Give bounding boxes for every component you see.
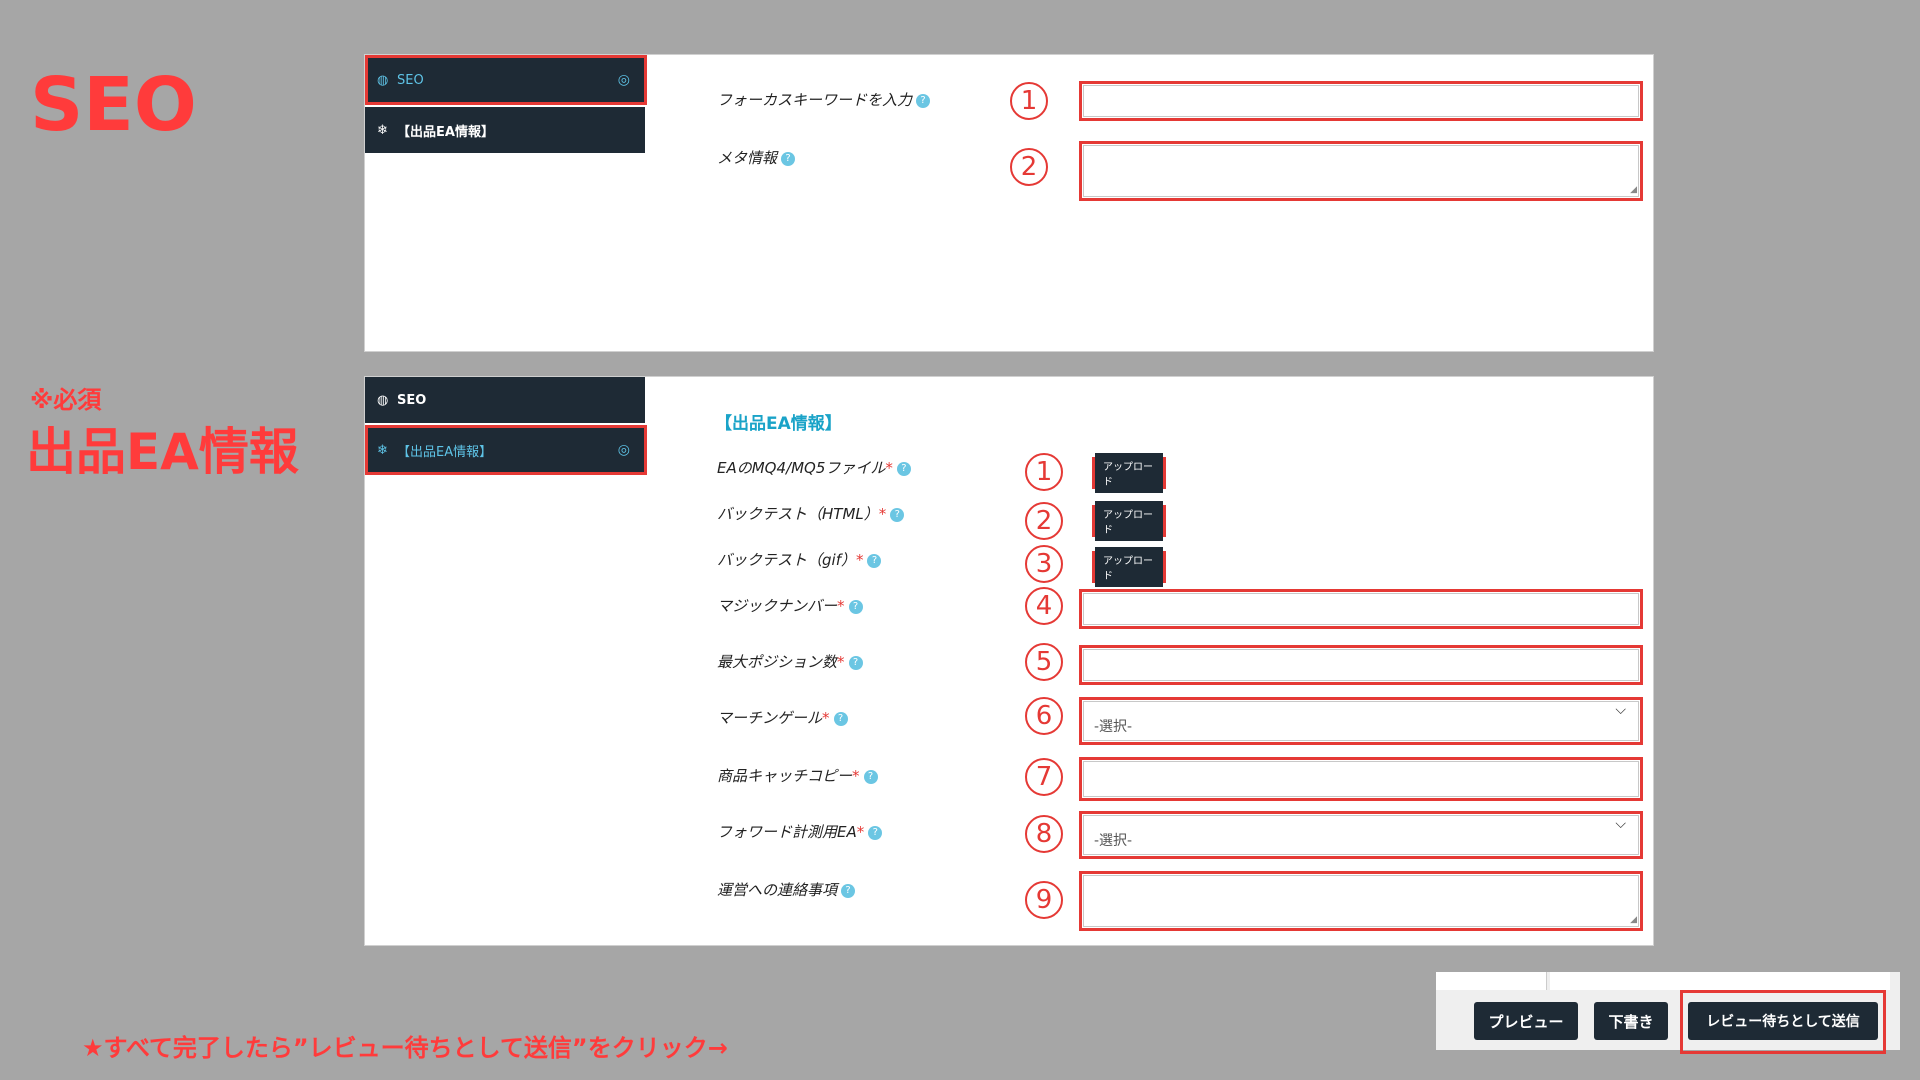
backtest-html-upload-button[interactable]: アップロード: [1092, 501, 1166, 541]
snowflake-icon: ❄: [377, 442, 388, 458]
sidebar-item-label: SEO: [397, 392, 427, 408]
backtest-gif-upload-button[interactable]: アップロード: [1092, 547, 1166, 587]
sidebar-item-label: SEO: [397, 72, 424, 88]
sidebar-item-label: 【出品EA情報】: [397, 444, 493, 460]
resize-handle-icon[interactable]: ◢: [1630, 185, 1637, 195]
sidebar-item-seo[interactable]: ◍ SEO: [365, 377, 645, 423]
max-positions-label: 最大ポジション数*?: [717, 651, 863, 672]
help-icon[interactable]: ?: [863, 769, 878, 784]
focus-keyword-label: フォーカスキーワードを入力?: [717, 89, 931, 110]
meta-info-textarea[interactable]: ◢: [1079, 141, 1643, 201]
action-bar: プレビュー 下書き レビュー待ちとして送信: [1436, 972, 1900, 1054]
step-number: 5: [1025, 643, 1063, 681]
help-icon[interactable]: ?: [916, 93, 931, 108]
martingale-label: マーチンゲール*?: [717, 707, 848, 728]
chevron-down-icon: ⌵: [1615, 816, 1626, 832]
sidebar-item-label: 【出品EA情報】: [397, 124, 494, 140]
help-icon[interactable]: ?: [867, 553, 882, 568]
catch-copy-input[interactable]: [1079, 757, 1643, 801]
catch-copy-label: 商品キャッチコピー*?: [717, 765, 878, 786]
chevron-down-icon: ⌵: [1615, 702, 1626, 718]
magic-number-label: マジックナンバー*?: [717, 595, 863, 616]
seo-panel: ◍ SEO ◎ ❄ 【出品EA情報】 フォーカスキーワードを入力? 1 メタ情報…: [364, 54, 1654, 352]
step-number: 8: [1025, 815, 1063, 853]
snowflake-icon: ❄: [377, 122, 388, 138]
ea-info-title: 出品EA情報: [26, 423, 299, 481]
help-icon[interactable]: ?: [848, 599, 863, 614]
step-number: 7: [1025, 758, 1063, 796]
help-icon[interactable]: ?: [848, 655, 863, 670]
required-note: ※必須: [30, 386, 102, 414]
preview-button[interactable]: プレビュー: [1474, 1002, 1578, 1040]
seo-title: SEO: [30, 62, 197, 148]
focus-keyword-input[interactable]: [1079, 81, 1643, 121]
step-number: 4: [1025, 587, 1063, 625]
help-icon[interactable]: ?: [781, 151, 796, 166]
ea-file-upload-button[interactable]: アップロード: [1092, 453, 1166, 493]
step-number: 1: [1010, 82, 1048, 120]
select-value: -選択-: [1094, 833, 1133, 849]
sidebar-item-ea-info[interactable]: ❄ 【出品EA情報】 ◎: [365, 425, 647, 475]
bar-segment: [1436, 972, 1547, 990]
step-number: 2: [1025, 502, 1063, 540]
step-number: 6: [1025, 697, 1063, 735]
target-icon: ◎: [617, 442, 630, 458]
martingale-select[interactable]: -選択- ⌵: [1079, 697, 1643, 745]
contact-notes-textarea[interactable]: ◢: [1079, 871, 1643, 931]
step-number: 3: [1025, 545, 1063, 583]
step-number: 9: [1025, 881, 1063, 919]
bar-segment: [1550, 972, 1890, 990]
meta-info-label: メタ情報?: [717, 147, 796, 168]
section-heading: 【出品EA情報】: [715, 414, 842, 434]
contact-notes-label: 運営への連絡事項?: [717, 879, 856, 900]
globe-icon: ◍: [377, 72, 389, 88]
globe-icon: ◍: [377, 392, 389, 408]
sidebar-item-seo[interactable]: ◍ SEO ◎: [365, 55, 647, 105]
sidebar-item-ea-info[interactable]: ❄ 【出品EA情報】: [365, 107, 645, 153]
step-number: 2: [1010, 148, 1048, 186]
ea-info-panel: ◍ SEO ❄ 【出品EA情報】 ◎ 【出品EA情報】 EAのMQ4/MQ5ファ…: [364, 376, 1654, 946]
backtest-html-label: バックテスト（HTML）*?: [717, 503, 905, 524]
help-icon[interactable]: ?: [833, 711, 848, 726]
help-icon[interactable]: ?: [868, 825, 883, 840]
forward-ea-select[interactable]: -選択- ⌵: [1079, 811, 1643, 859]
forward-ea-label: フォワード計測用EA*?: [717, 821, 883, 842]
step-number: 1: [1025, 453, 1063, 491]
select-value: -選択-: [1094, 719, 1133, 735]
ea-file-label: EAのMQ4/MQ5ファイル*?: [717, 457, 911, 478]
target-icon: ◎: [617, 72, 630, 88]
help-icon[interactable]: ?: [841, 883, 856, 898]
magic-number-input[interactable]: [1079, 589, 1643, 629]
help-icon[interactable]: ?: [896, 461, 911, 476]
submit-for-review-button[interactable]: レビュー待ちとして送信: [1688, 1002, 1878, 1040]
resize-handle-icon[interactable]: ◢: [1630, 915, 1637, 925]
backtest-gif-label: バックテスト（gif）*?: [717, 549, 882, 570]
draft-button[interactable]: 下書き: [1594, 1002, 1668, 1040]
help-icon[interactable]: ?: [890, 507, 905, 522]
submit-instruction: ★すべて完了したら”レビュー待ちとして送信”をクリック→: [82, 1034, 728, 1062]
max-positions-input[interactable]: [1079, 645, 1643, 685]
